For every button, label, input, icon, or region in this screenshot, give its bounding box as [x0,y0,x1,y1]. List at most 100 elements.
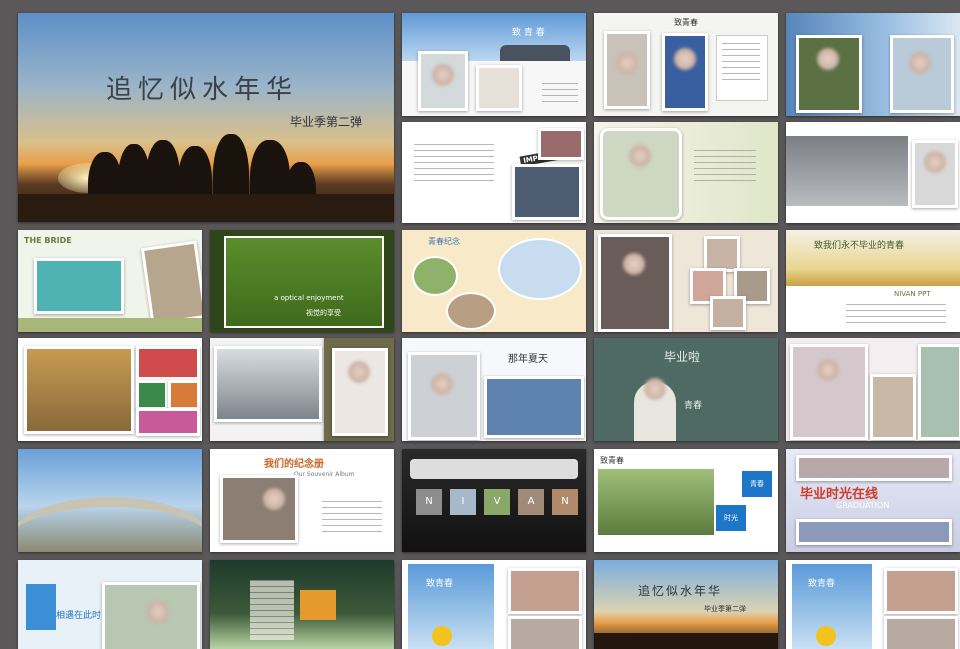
portrait-photo [600,128,682,220]
slide-thumbnail-11[interactable]: 青春纪念 [402,230,586,332]
nivan-letter: A [518,489,544,515]
slide-title: 致青春 [674,18,698,27]
portrait-photo [140,240,202,326]
slide-thumbnail-15[interactable] [210,338,324,441]
tag-blue: 时光 [716,505,746,531]
slide-thumbnail-26[interactable]: 相遇在此时 [18,560,202,649]
slide-thumbnail-hero[interactable]: 追忆似水年华 毕业季第二弹 [18,13,394,222]
slide-subtitle: 毕业季第二弹 [704,605,746,613]
flower-icon [432,626,452,646]
slide-thumbnail-10[interactable]: a optical enjoyment 视觉的享受 [210,230,394,332]
slide-thumbnail-24[interactable]: 致青春 青春 时光 [594,449,778,552]
portrait-photo [598,234,672,332]
photo-strip [796,455,952,481]
text-block [722,43,760,83]
slide-title: 致青春 [600,456,624,465]
slide-thumbnail-18[interactable]: 毕业啦 青春 [594,338,778,441]
slide-thumbnail-25[interactable]: 毕业时光在线 GRADUATION [786,449,960,552]
portrait-photo [890,35,954,113]
portrait-photo [332,348,388,436]
portrait-photo [918,344,960,440]
portrait-photo [884,568,958,614]
group-photo [538,128,584,160]
slide-thumbnail-17[interactable]: 那年夏天 [402,338,586,441]
slide-thumbnail-2[interactable]: 致 青 春 [402,13,586,116]
slide-title: 毕业时光在线 [800,487,879,502]
group-silhouettes [500,45,570,61]
slide-thumbnail-22[interactable]: 我们的纪念册 Our Souvenir Album [210,449,394,552]
student-figure [634,378,676,441]
round-photo [412,256,458,296]
slide-thumbnail-27[interactable] [210,560,394,649]
slide-title: 追忆似水年华 [638,584,723,598]
portrait-photo [790,344,868,440]
portrait-photo [408,352,480,440]
ground [594,633,778,649]
portrait-photo [476,65,522,111]
portrait-photo [796,35,862,113]
footer-band [18,318,202,332]
nivan-letter: V [484,489,510,515]
tag-blue: 青春 [742,471,772,497]
corridor-photo [786,136,908,206]
slide-thumbnail-23[interactable]: N I V A N [402,449,586,552]
nivan-letter: I [450,489,476,515]
overlay-text: 相遇在此时 [56,611,102,621]
slide-thumbnail-30[interactable]: 致青春 [786,560,960,649]
slide-thumbnail-19[interactable] [786,338,960,441]
chalk-title: 毕业啦 [664,350,701,364]
bicycle-photo [598,469,714,535]
slide-thumbnail-9[interactable]: THE BRIDE [18,230,202,332]
text-block [694,150,756,186]
hero-subtitle: 毕业季第二弹 [290,115,363,129]
slide-thumbnail-4[interactable] [786,13,960,116]
portrait-photo [870,374,916,440]
text-block [542,83,578,107]
slide-title: 青春纪念 [428,237,460,246]
slide-thumbnail-8[interactable] [786,122,960,223]
nivan-letter: N [552,489,578,515]
grass-photo [224,236,384,328]
portrait-photo [884,616,958,649]
slide-subtitle: GRADUATION [836,501,890,510]
slide-thumbnail-12[interactable] [594,230,778,332]
slide-thumbnail-13[interactable]: 致我们永不毕业的青春 NIVAN PPT [786,230,960,332]
slide-subtitle: NIVAN PPT [894,290,931,298]
ground [18,194,394,222]
text-block [322,501,382,535]
circle-photo [498,238,582,300]
orange-panel [300,590,336,620]
tile-photo [136,408,200,436]
slide-thumbnail-28[interactable]: 致青春 [402,560,586,649]
slide-title: 致青春 [426,579,454,589]
text-block [414,144,494,184]
text-block [250,580,294,640]
nivan-letter: N [416,489,442,515]
slide-thumbnail-6[interactable]: IMPORTANT [402,122,586,223]
flower-icon [816,626,836,646]
slide-thumbnail-14[interactable] [18,338,202,441]
blue-block [26,584,56,630]
tile-photo [168,380,200,410]
tile-photo [710,296,746,330]
slide-thumbnail-29[interactable]: 追忆似水年华 毕业季第二弹 [594,560,778,649]
slide-thumbnail-3[interactable]: 致青春 [594,13,778,116]
brand-label: THE BRIDE [24,236,72,245]
slide-thumbnail-7[interactable] [594,122,778,223]
tile-photo [136,380,168,410]
slide-thumbnail-20[interactable] [18,449,202,552]
text-block [846,304,946,326]
portrait-photo [912,140,958,208]
slide-title: 致我们永不毕业的青春 [814,241,905,251]
portrait-photo [604,31,650,109]
portrait-photo [220,475,298,543]
caption-en: a optical enjoyment [274,294,344,302]
slide-thumbnail-16[interactable] [324,338,394,441]
thumb-strip [410,459,578,479]
slide-title: 致 青 春 [512,28,545,38]
bridge-arc [18,497,202,552]
photo-strip [796,519,952,545]
portrait-photo [662,33,708,111]
slide-title: 我们的纪念册 [264,459,324,470]
round-photo [446,292,496,330]
